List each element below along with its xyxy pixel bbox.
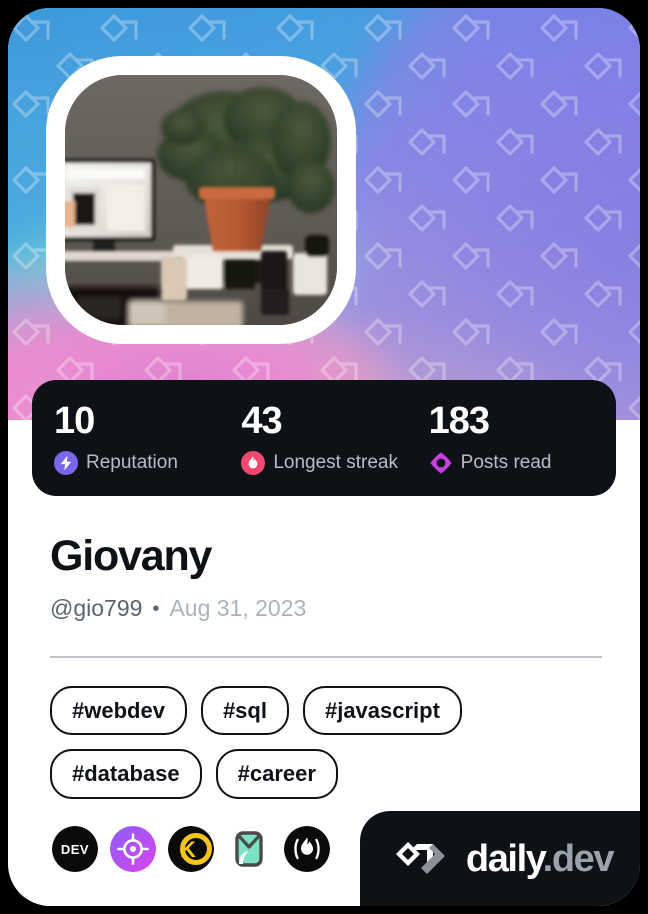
cover-image <box>8 8 640 420</box>
divider <box>50 656 602 659</box>
flame-source-icon[interactable] <box>284 826 330 872</box>
stat-label: Reputation <box>86 452 178 473</box>
daily-dev-footer-logo: daily.dev <box>360 811 640 906</box>
profile-body: Giovany @gio799 • Aug 31, 2023 #webdev #… <box>8 496 640 799</box>
svg-text:K: K <box>180 837 196 862</box>
stat-value: 10 <box>54 399 95 442</box>
daily-dev-wordmark: daily.dev <box>465 837 615 880</box>
stat-reputation: 10 Reputation <box>54 402 241 475</box>
target-source-icon[interactable] <box>110 826 156 872</box>
stat-longest-streak: 43 Longest streak <box>241 402 428 475</box>
stat-label: Longest streak <box>273 452 398 473</box>
source-list: DEV K <box>52 826 330 872</box>
svg-text:DEV: DEV <box>61 842 89 857</box>
profile-handle: @gio799 <box>50 595 143 622</box>
stats-bar: 10 Reputation 43 Longest streak 183 Post… <box>32 380 616 496</box>
dev-to-source-icon[interactable]: DEV <box>52 826 98 872</box>
avatar <box>46 56 356 344</box>
tag-chip[interactable]: #webdev <box>50 686 187 736</box>
mint-leaf-source-icon[interactable] <box>226 826 272 872</box>
meta-separator: • <box>152 597 160 620</box>
developer-card: 10 Reputation 43 Longest streak 183 Post… <box>8 8 640 906</box>
eye-icon <box>430 451 452 474</box>
tag-chip[interactable]: #javascript <box>302 686 462 736</box>
page-title: Giovany <box>50 532 212 580</box>
tag-chip[interactable]: #career <box>215 749 338 799</box>
profile-joined-date: Aug 31, 2023 <box>169 595 307 622</box>
kd-source-icon[interactable]: K <box>168 826 214 872</box>
wordmark-daily: daily <box>465 837 544 880</box>
tag-chip[interactable]: #database <box>50 749 202 799</box>
wordmark-dev: .dev <box>542 837 615 880</box>
avatar-photo <box>65 75 337 325</box>
stat-posts-read: 183 Posts read <box>429 402 616 475</box>
flame-icon <box>241 450 266 475</box>
bolt-icon <box>54 450 78 475</box>
tag-chip[interactable]: #sql <box>200 686 289 736</box>
stat-value: 183 <box>428 399 490 442</box>
stat-value: 43 <box>241 399 282 442</box>
stat-label: Posts read <box>460 452 552 473</box>
profile-meta: @gio799 • Aug 31, 2023 <box>50 597 594 620</box>
tag-list: #webdev #sql #javascript #database #care… <box>50 686 580 799</box>
daily-dev-chevron-logo-icon <box>395 841 445 874</box>
